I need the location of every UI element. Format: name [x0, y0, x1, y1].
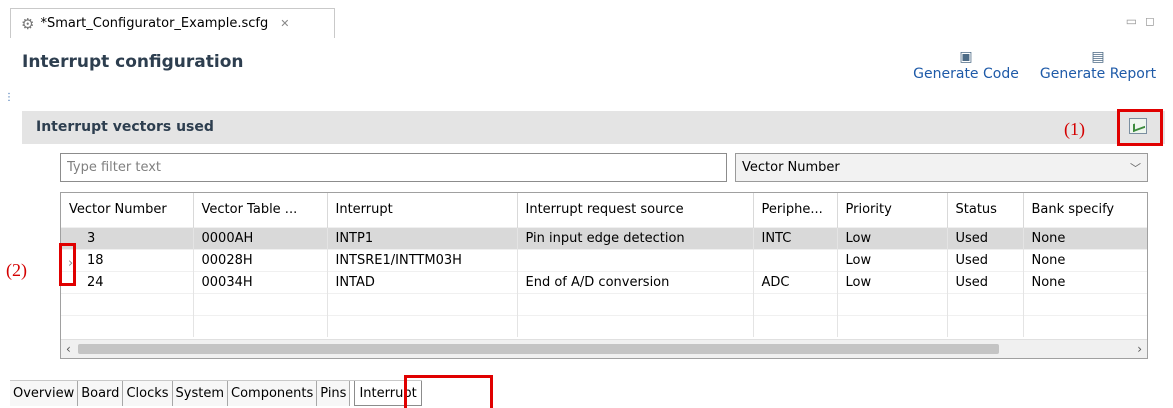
filter-input[interactable] — [60, 153, 727, 182]
scroll-left-icon[interactable]: ‹ — [66, 342, 71, 356]
table-cell: Used — [947, 248, 1024, 271]
chevron-down-icon: ﹀ — [1130, 161, 1141, 175]
table-cell: ADC — [753, 270, 838, 293]
window-controls: ▭◻ — [1126, 14, 1163, 28]
table-cell[interactable]: None — [1023, 226, 1147, 249]
page-tab-bar: Overview Board Clocks System Components … — [10, 380, 422, 406]
table-row[interactable]: 3 0000AH INTP1 Pin input edge detection … — [61, 226, 1147, 249]
editor-tab-bar: ⚙ *Smart_Configurator_Example.scfg ✕ ▭◻ — [10, 8, 1173, 38]
table-cell: 00034H — [193, 270, 328, 293]
tab-system[interactable]: System — [172, 381, 229, 406]
generate-code-icon: ▣ — [959, 49, 973, 65]
table-header-row: Vector Number Vector Table ... Interrupt… — [61, 193, 1147, 227]
table-cell: 18 — [61, 248, 194, 271]
column-header[interactable]: Status — [947, 193, 1024, 227]
column-header[interactable]: Vector Number — [61, 193, 194, 227]
table-cell: 24 — [61, 270, 194, 293]
generate-report-button[interactable]: ▤ Generate Report — [1032, 48, 1164, 82]
table-cell[interactable]: None — [1023, 270, 1147, 293]
tab-pins[interactable]: Pins — [317, 381, 351, 406]
generate-code-label: Generate Code — [913, 66, 1019, 82]
table-cell[interactable]: None — [1023, 248, 1147, 271]
table-cell: Pin input edge detection — [517, 226, 754, 249]
table-row[interactable]: 24 00034H INTAD End of A/D conversion AD… — [61, 270, 1147, 293]
generate-code-button[interactable]: ▣ Generate Code — [909, 48, 1023, 82]
section-title: Interrupt vectors used — [36, 119, 214, 135]
table-cell: Used — [947, 270, 1024, 293]
table-cell: INTP1 — [327, 226, 518, 249]
tab-board[interactable]: Board — [78, 381, 124, 406]
close-icon[interactable]: ✕ — [280, 17, 289, 30]
table-cell: 00028H — [193, 248, 328, 271]
column-header[interactable]: Priority — [837, 193, 948, 227]
column-header[interactable]: Periphe... — [753, 193, 838, 227]
table-cell: Used — [947, 226, 1024, 249]
annotation-2: (2) — [6, 260, 27, 280]
table-cell: 3 — [61, 226, 194, 249]
filter-column-value: Vector Number — [742, 160, 840, 175]
tab-components[interactable]: Components — [228, 381, 318, 406]
scrollbar-thumb[interactable] — [78, 344, 999, 354]
editor-tab[interactable]: ⚙ *Smart_Configurator_Example.scfg ✕ — [10, 8, 335, 38]
table-row[interactable]: 18 00028H INTSRE1/INTTM03H Low Used None — [61, 248, 1147, 271]
config-file-icon: ⚙ — [21, 14, 35, 33]
table-row — [61, 314, 1147, 337]
highlight-box-3 — [404, 375, 493, 408]
filter-column-select[interactable]: Vector Number ﹀ — [735, 153, 1148, 182]
table-cell — [517, 248, 754, 271]
table-cell: End of A/D conversion — [517, 270, 754, 293]
tab-overview[interactable]: Overview — [10, 381, 79, 406]
maximize-icon[interactable]: ◻ — [1145, 14, 1163, 28]
table-cell: INTSRE1/INTTM03H — [327, 248, 518, 271]
table-cell[interactable]: Low — [837, 270, 948, 293]
table-cell[interactable]: Low — [837, 248, 948, 271]
page-title: Interrupt configuration — [22, 52, 244, 72]
table-row — [61, 292, 1147, 315]
table-cell — [753, 248, 838, 271]
tab-clocks[interactable]: Clocks — [123, 381, 173, 406]
column-header[interactable]: Bank specify — [1023, 193, 1147, 227]
highlight-box-1 — [1117, 109, 1163, 146]
generate-report-icon: ▤ — [1091, 49, 1105, 65]
table-cell: INTC — [753, 226, 838, 249]
horizontal-scrollbar[interactable]: ‹ › — [61, 339, 1147, 358]
column-header[interactable]: Interrupt — [327, 193, 518, 227]
generate-report-label: Generate Report — [1039, 66, 1157, 82]
column-header[interactable]: Vector Table ... — [193, 193, 328, 227]
table-cell: INTAD — [327, 270, 518, 293]
side-marker: ⋮ — [4, 92, 14, 103]
editor-tab-title: *Smart_Configurator_Example.scfg — [40, 16, 269, 31]
interrupt-vectors-table: Vector Number Vector Table ... Interrupt… — [60, 192, 1148, 359]
table-cell: 0000AH — [193, 226, 328, 249]
table-cell[interactable]: Low — [837, 226, 948, 249]
annotation-1: (1) — [1064, 119, 1085, 139]
highlight-box-2 — [59, 243, 76, 286]
minimize-icon[interactable]: ▭ — [1126, 14, 1145, 28]
column-header[interactable]: Interrupt request source — [517, 193, 754, 227]
scroll-right-icon[interactable]: › — [1137, 342, 1142, 356]
